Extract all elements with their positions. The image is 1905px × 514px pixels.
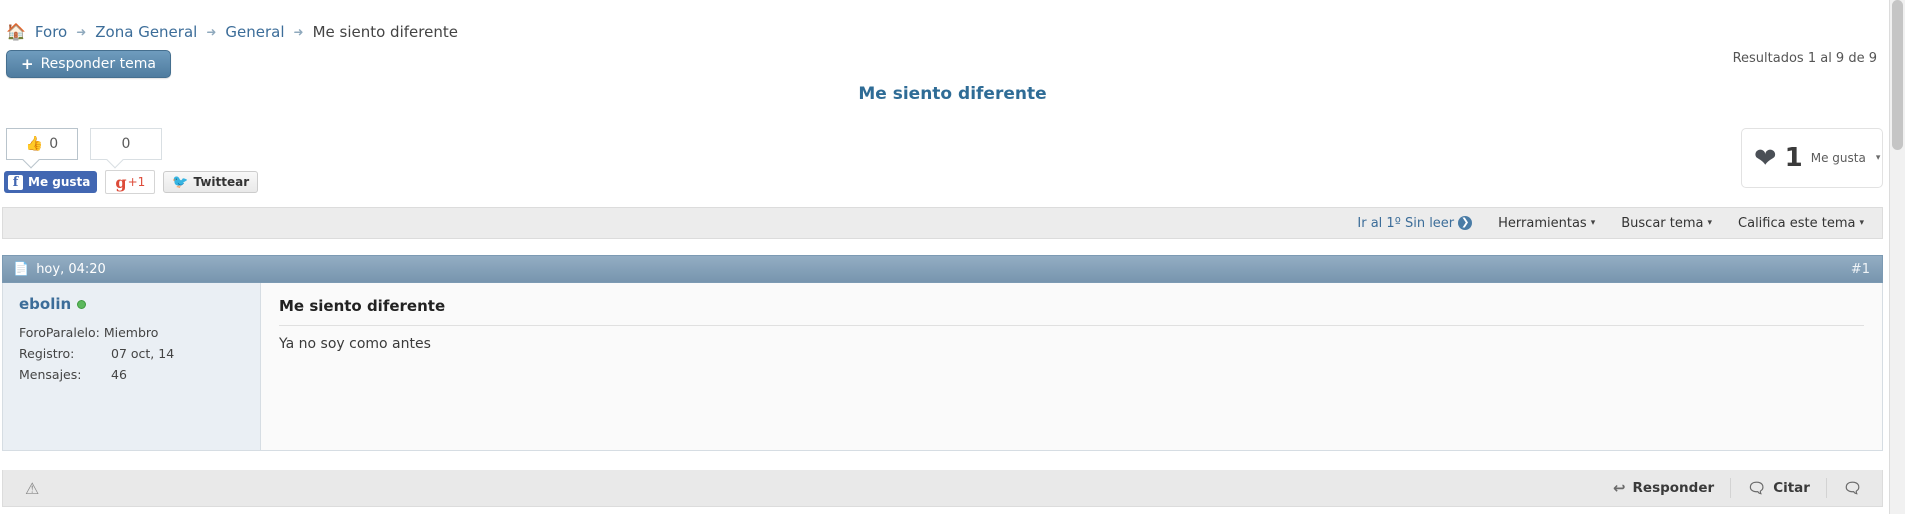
breadcrumb-separator: ➜ bbox=[76, 25, 87, 39]
post-divider bbox=[279, 325, 1864, 326]
quote-button-label: Citar bbox=[1773, 480, 1810, 496]
goto-first-unread-link[interactable]: Ir al 1º Sin leer ❯ bbox=[1357, 215, 1473, 231]
goto-first-unread-label: Ir al 1º Sin leer bbox=[1357, 215, 1455, 231]
thumbs-up-count: 0 bbox=[49, 136, 59, 152]
page-title: Me siento diferente bbox=[858, 84, 1047, 104]
twitter-bird-icon: 🐦 bbox=[172, 174, 189, 190]
chevron-down-icon[interactable]: ▾ bbox=[1876, 153, 1881, 163]
facebook-like-label: Me gusta bbox=[28, 175, 91, 189]
reply-button-label: Responder bbox=[1632, 480, 1715, 496]
thumbs-up-vote-button[interactable]: 👍 0 bbox=[6, 128, 78, 160]
likes-summary-box[interactable]: ❤ 1 Me gusta ▾ bbox=[1741, 128, 1883, 188]
user-membership-label: ForoParalelo: bbox=[19, 325, 100, 340]
reply-topic-label: Responder tema bbox=[40, 56, 156, 72]
breadcrumb-separator: ➜ bbox=[293, 25, 304, 39]
breadcrumb-item-zona-general[interactable]: Zona General bbox=[95, 23, 197, 41]
breadcrumb-item-foro[interactable]: Foro bbox=[35, 23, 67, 41]
facebook-like-button[interactable]: f Me gusta bbox=[4, 171, 98, 193]
breadcrumb: 🏠 Foro ➜ Zona General ➜ General ➜ Me sie… bbox=[0, 18, 458, 46]
thread-toolbar: Ir al 1º Sin leer ❯ Herramientas ▾ Busca… bbox=[2, 207, 1883, 239]
reply-topic-button[interactable]: + Responder tema bbox=[6, 50, 171, 78]
quote-button[interactable]: 🗨 Citar bbox=[1731, 478, 1827, 498]
google-plus-icon: g bbox=[115, 172, 127, 192]
search-topic-label: Buscar tema bbox=[1621, 215, 1704, 231]
secondary-vote-count: 0 bbox=[121, 136, 131, 152]
post-message-text: Ya no soy como antes bbox=[279, 336, 431, 352]
home-icon[interactable]: 🏠 bbox=[6, 24, 26, 40]
document-icon[interactable]: 📄 bbox=[13, 262, 29, 277]
post-user-panel: ebolin ForoParalelo: Miembro Registro: 0… bbox=[3, 283, 261, 450]
user-registro-label: Registro: bbox=[19, 346, 75, 361]
google-plus-one-label: +1 bbox=[127, 175, 146, 189]
rate-topic-label: Califica este tema bbox=[1738, 215, 1856, 231]
breadcrumb-separator: ➜ bbox=[206, 25, 217, 39]
post-body: ebolin ForoParalelo: Miembro Registro: 0… bbox=[2, 283, 1883, 451]
page-scrollbar[interactable] bbox=[1889, 0, 1905, 514]
post-date-group: 📄 hoy, 04:20 bbox=[13, 262, 106, 277]
post-author-name: ebolin bbox=[19, 295, 72, 313]
user-registro-row: Registro: 07 oct, 14 bbox=[19, 346, 260, 361]
post-title: Me siento diferente bbox=[279, 297, 446, 315]
post-header: 📄 hoy, 04:20 #1 bbox=[2, 255, 1883, 283]
page-top-edge bbox=[0, 0, 1889, 4]
twitter-tweet-button[interactable]: 🐦 Twittear bbox=[163, 171, 259, 193]
post-footer: ⚠ ↩ Responder 🗨 Citar 🗨 bbox=[2, 470, 1883, 507]
user-membership-value: Miembro bbox=[103, 325, 159, 340]
user-mensajes-label: Mensajes: bbox=[19, 367, 82, 382]
twitter-tweet-label: Twittear bbox=[193, 175, 250, 189]
thumbs-up-icon: 👍 bbox=[25, 136, 44, 152]
post-date: hoy, 04:20 bbox=[36, 261, 106, 277]
post-container: 📄 hoy, 04:20 #1 ebolin ForoParalelo: Mie… bbox=[2, 255, 1883, 451]
heart-icon: ❤ bbox=[1754, 142, 1777, 174]
unread-marker-icon: ❯ bbox=[1458, 216, 1473, 230]
chevron-down-icon: ▾ bbox=[1707, 218, 1713, 228]
breadcrumb-item-general[interactable]: General bbox=[225, 23, 284, 41]
vote-bubbles: 👍 0 0 bbox=[6, 128, 162, 160]
rate-topic-menu[interactable]: Califica este tema ▾ bbox=[1738, 216, 1864, 231]
facebook-icon: f bbox=[8, 174, 23, 190]
quote-bubble-icon: 🗨 bbox=[1747, 479, 1767, 497]
multi-quote-icon: 🗨 bbox=[1842, 479, 1862, 497]
chevron-down-icon: ▾ bbox=[1859, 218, 1864, 228]
post-content: Me siento diferente Ya no soy como antes bbox=[261, 283, 1882, 450]
google-plus-one-button[interactable]: g +1 bbox=[105, 170, 156, 194]
reply-button[interactable]: ↩ Responder bbox=[1597, 478, 1732, 498]
secondary-vote-button[interactable]: 0 bbox=[90, 128, 162, 160]
warning-triangle-icon[interactable]: ⚠ bbox=[25, 479, 39, 498]
user-registro-value: 07 oct, 14 bbox=[111, 346, 175, 361]
scrollbar-thumb[interactable] bbox=[1892, 0, 1903, 150]
breadcrumb-current: Me siento diferente bbox=[312, 23, 458, 41]
post-user-info: ForoParalelo: Miembro Registro: 07 oct, … bbox=[19, 325, 260, 382]
post-number[interactable]: #1 bbox=[1851, 262, 1870, 277]
search-topic-menu[interactable]: Buscar tema ▾ bbox=[1621, 216, 1712, 231]
like-label: Me gusta bbox=[1810, 151, 1866, 165]
online-status-icon bbox=[77, 299, 87, 309]
tools-menu[interactable]: Herramientas ▾ bbox=[1498, 216, 1595, 231]
forum-thread-page: 🏠 Foro ➜ Zona General ➜ General ➜ Me sie… bbox=[0, 0, 1905, 514]
post-author-link[interactable]: ebolin bbox=[19, 295, 260, 313]
multi-quote-button[interactable]: 🗨 bbox=[1827, 478, 1868, 498]
like-count: 1 bbox=[1784, 143, 1803, 173]
plus-icon: + bbox=[21, 55, 34, 73]
tools-menu-label: Herramientas bbox=[1498, 215, 1587, 231]
user-mensajes-row: Mensajes: 46 bbox=[19, 367, 260, 382]
social-share-row: f Me gusta g +1 🐦 Twittear bbox=[4, 170, 259, 194]
reply-arrow-icon: ↩ bbox=[1612, 479, 1626, 497]
chevron-down-icon: ▾ bbox=[1590, 218, 1596, 228]
results-count: Resultados 1 al 9 de 9 bbox=[1732, 51, 1877, 66]
user-membership-row: ForoParalelo: Miembro bbox=[19, 325, 260, 340]
post-footer-actions: ↩ Responder 🗨 Citar 🗨 bbox=[1597, 478, 1868, 498]
user-mensajes-value: 46 bbox=[111, 367, 127, 382]
